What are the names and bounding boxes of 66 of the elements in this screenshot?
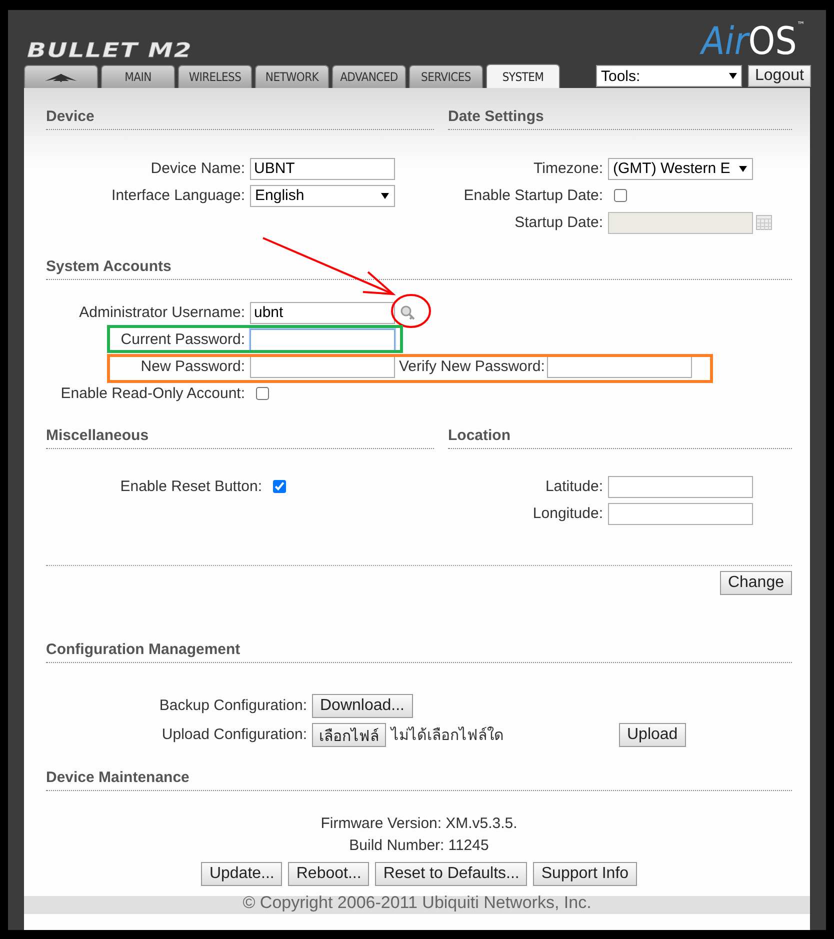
section-title: Configuration Management (46, 641, 240, 658)
nav-tab[interactable] (24, 65, 98, 88)
field-label: New Password: (140, 358, 245, 375)
input-field[interactable] (250, 328, 395, 350)
field-label: Enable Reset Button: (120, 478, 262, 495)
logout-button[interactable]: Logout (748, 65, 811, 87)
info-label: Firmware Version: (320, 814, 442, 832)
field-label: Interface Language: (112, 187, 245, 204)
field-label: Enable Read-Only Account: (60, 385, 245, 402)
checkbox[interactable] (256, 387, 269, 400)
field-label: Longitude: (532, 505, 603, 522)
input-field[interactable] (546, 356, 692, 378)
nav-tab[interactable]: NETWORK (255, 65, 329, 88)
field-label: Administrator Username: (79, 304, 245, 321)
download-button[interactable]: Download... (312, 694, 412, 718)
input-field[interactable]: ubnt (250, 302, 395, 324)
dropdown[interactable]: (GMT) Western E (608, 158, 753, 180)
info-value: XM.v5.3.5. (446, 814, 518, 832)
field-label: Enable Startup Date: (464, 187, 603, 204)
copyright-text: © Copyright 2006-2011 Ubiquiti Networks, Inc. (242, 894, 592, 914)
tools-dropdown[interactable]: Tools: (596, 65, 742, 87)
nav-tab[interactable]: ADVANCED (332, 65, 406, 88)
checkbox[interactable] (273, 480, 286, 493)
input-field[interactable]: UBNT (250, 158, 395, 180)
file-status: ไม่ได้เลือกไฟล์ใด (391, 726, 505, 746)
nav-tab[interactable]: SYSTEM (486, 64, 560, 88)
section-title: Date Settings (448, 108, 544, 125)
upload-button[interactable]: Upload (619, 722, 686, 746)
action-button[interactable]: Reboot... (288, 862, 370, 886)
action-button[interactable]: Update... (201, 862, 282, 886)
input-field[interactable] (608, 476, 753, 498)
product-logo: BULLET M2 (27, 38, 192, 62)
section-title: Device (46, 108, 94, 125)
calendar-icon[interactable] (756, 215, 772, 230)
field-label: Upload Configuration: (162, 726, 307, 743)
section-title: Location (448, 427, 510, 444)
input-field[interactable] (608, 502, 753, 524)
section-title: Device Maintenance (46, 769, 190, 786)
info-label: Build Number: (349, 836, 444, 854)
caret-icon (739, 166, 747, 172)
choose-file-button[interactable]: เลือกไฟล์ (312, 722, 386, 746)
field-label: Timezone: (534, 160, 603, 177)
action-button[interactable]: Support Info (533, 862, 637, 886)
trademark-mark: ™ (796, 21, 805, 31)
nav-tab[interactable]: MAIN (101, 65, 175, 88)
antenna-logo-icon (43, 71, 79, 83)
info-value: 11245 (448, 836, 489, 854)
field-label: Startup Date: (514, 214, 603, 231)
section-title: System Accounts (46, 258, 172, 275)
field-label: Current Password: (120, 331, 245, 348)
caret-icon (729, 73, 737, 79)
checkbox[interactable] (614, 189, 627, 202)
action-button[interactable]: Reset to Defaults... (375, 862, 528, 886)
section-title: Miscellaneous (46, 427, 149, 444)
dropdown[interactable]: English (250, 184, 395, 206)
nav-tab[interactable]: WIRELESS (178, 65, 252, 88)
change-button[interactable]: Change (720, 571, 792, 595)
field-label: Backup Configuration: (159, 697, 307, 714)
field-label: Verify New Password: (399, 358, 545, 375)
key-icon[interactable] (400, 305, 415, 320)
caret-icon (381, 192, 389, 198)
nav-tab[interactable]: SERVICES (409, 65, 483, 88)
field-label: Device Name: (150, 160, 245, 177)
input-field[interactable] (250, 356, 395, 378)
brand-logo-air: Air (701, 21, 748, 61)
field-label: Latitude: (545, 478, 603, 495)
